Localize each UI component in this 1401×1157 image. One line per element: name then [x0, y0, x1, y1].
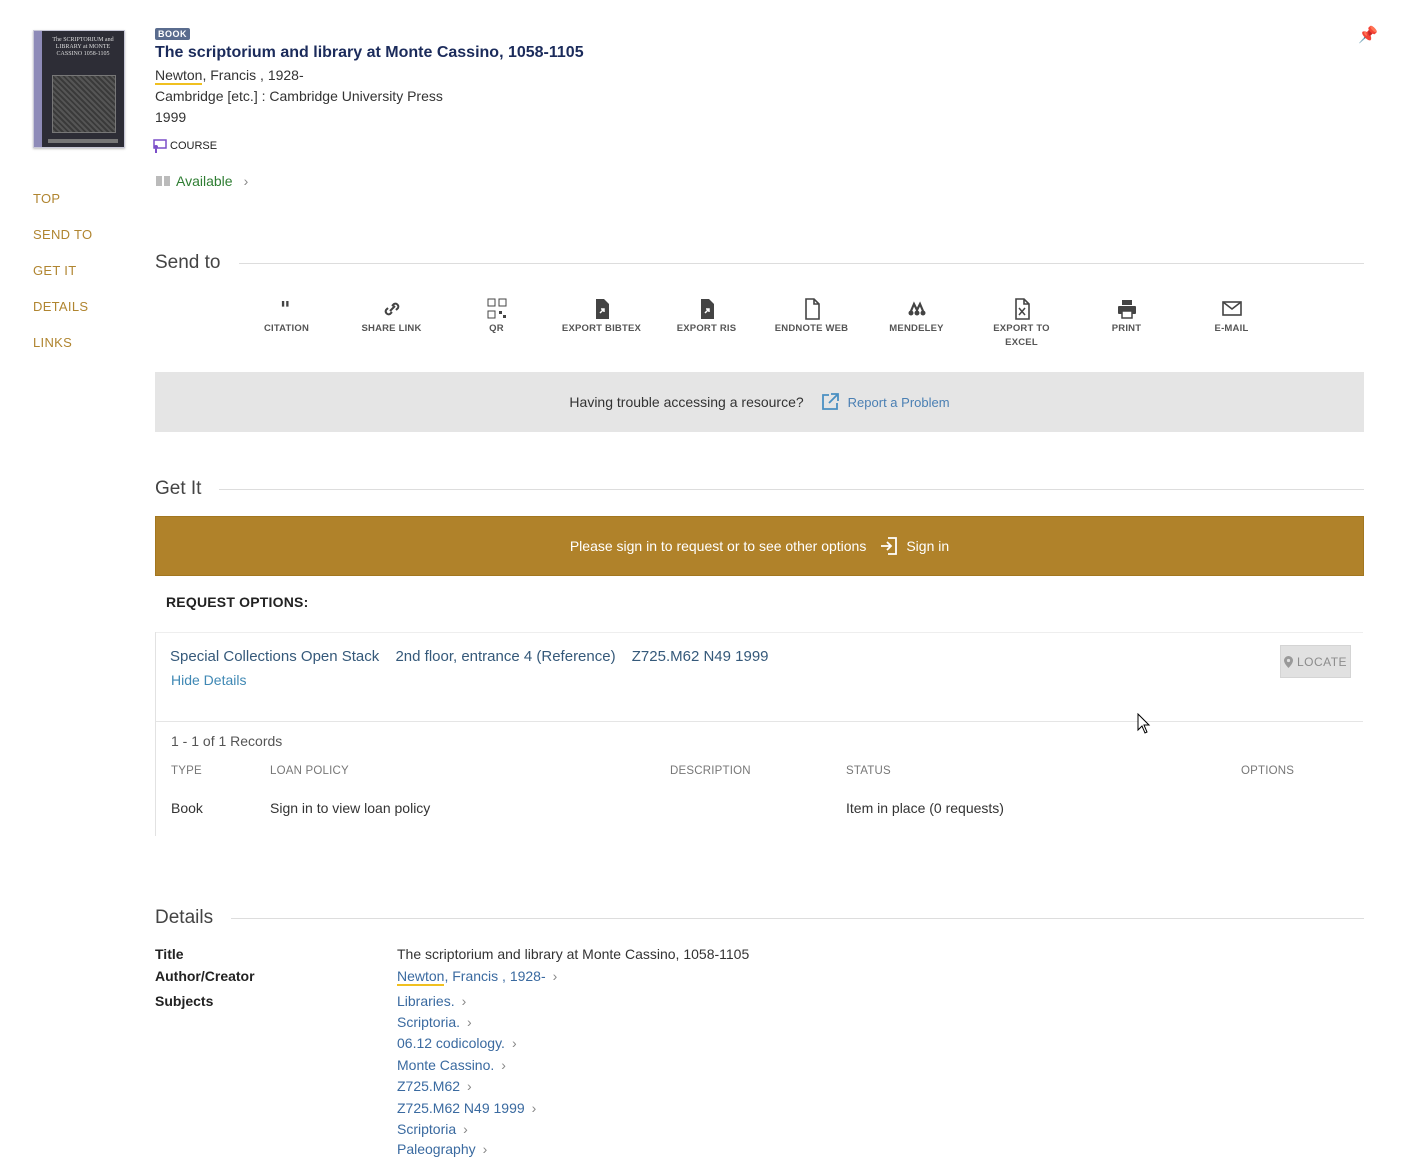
nav-get-it[interactable]: GET IT: [33, 263, 76, 278]
record-year: 1999: [155, 109, 187, 125]
book-open-icon: [156, 176, 170, 186]
export-bibtex-button[interactable]: EXPORT BIBTEX: [549, 298, 654, 336]
call-number: Z725.M62 N49 1999: [631, 648, 769, 665]
detail-label-title: Title: [155, 946, 184, 962]
mouse-cursor-icon: [1137, 713, 1151, 734]
svg-text:": ": [280, 298, 291, 320]
subject-link[interactable]: Z725.M62 N49 1999 ›: [397, 1100, 536, 1116]
column-header-description: DESCRIPTION: [670, 765, 751, 777]
external-link-icon: [821, 393, 839, 410]
subject-link[interactable]: Z725.M62 ›: [397, 1078, 472, 1094]
print-icon: [1074, 298, 1179, 320]
location-name: Special Collections Open Stack: [170, 648, 380, 665]
sign-in-icon: [881, 537, 898, 555]
chevron-right-icon: ›: [531, 1100, 537, 1116]
sublocation: 2nd floor, entrance 4 (Reference): [395, 648, 616, 665]
detail-label-subjects: Subjects: [155, 993, 214, 1009]
file-export-icon: [654, 298, 759, 320]
detail-title-value: The scriptorium and library at Monte Cas…: [397, 946, 750, 962]
print-button[interactable]: PRINT: [1074, 298, 1179, 336]
subject-link[interactable]: Monte Cassino. ›: [397, 1057, 506, 1073]
send-to-heading: Send to: [155, 252, 1364, 274]
details-heading: Details: [155, 907, 1364, 929]
subject-link[interactable]: Libraries. ›: [397, 993, 466, 1009]
availability-status[interactable]: Available ›: [155, 173, 248, 189]
records-count: 1 - 1 of 1 Records: [171, 733, 283, 749]
item-status: Item in place (0 requests): [846, 800, 1004, 816]
excel-icon: [969, 298, 1074, 320]
nav-send-to[interactable]: SEND TO: [33, 227, 92, 242]
chevron-right-icon: ›: [552, 968, 558, 984]
file-icon: [759, 298, 864, 320]
locate-button[interactable]: LOCATE: [1280, 645, 1351, 678]
file-export-icon: [549, 298, 654, 320]
record-title[interactable]: The scriptorium and library at Monte Cas…: [155, 44, 584, 62]
link-icon: [339, 298, 444, 320]
item-loan-policy: Sign in to view loan policy: [270, 800, 431, 816]
share-link-button[interactable]: SHARE LINK: [339, 298, 444, 336]
item-type: Book: [171, 800, 203, 816]
map-marker-icon: [1283, 655, 1293, 668]
subject-link[interactable]: Scriptoria. ›: [397, 1014, 472, 1030]
qr-button[interactable]: QR: [444, 298, 549, 336]
column-header-status: STATUS: [846, 765, 891, 777]
chevron-right-icon: ›: [461, 993, 467, 1009]
column-header-options: OPTIONS: [1241, 765, 1295, 777]
chevron-right-icon: ›: [463, 1121, 468, 1137]
chevron-right-icon: ›: [501, 1057, 506, 1073]
mendeley-icon: [864, 298, 969, 320]
report-problem-banner: Having trouble accessing a resource? Rep…: [155, 372, 1364, 432]
trouble-text: Having trouble accessing a resource?: [569, 394, 804, 410]
course-indicator: COURSE: [152, 138, 217, 154]
signin-banner: Please sign in to request or to see othe…: [155, 516, 1364, 576]
type-badge: BOOK: [155, 28, 190, 40]
sign-in-button[interactable]: Sign in: [880, 536, 949, 556]
hide-details-link[interactable]: Hide Details: [171, 672, 246, 688]
column-header-type: TYPE: [171, 765, 202, 777]
subject-link[interactable]: Scriptoria ›: [397, 1121, 468, 1137]
nav-details[interactable]: DETAILS: [33, 299, 88, 314]
export-ris-button[interactable]: EXPORT RIS: [654, 298, 759, 336]
detail-author-link[interactable]: Newton, Francis , 1928- ›: [397, 968, 558, 986]
book-cover[interactable]: The SCRIPTORIUM and LIBRARY at MONTE CAS…: [33, 30, 125, 148]
chevron-right-icon: ›: [467, 1078, 472, 1094]
record-author: Newton, Francis , 1928-: [155, 67, 304, 85]
subject-link[interactable]: 06.12 codicology. ›: [397, 1035, 517, 1051]
column-header-loan-policy: LOAN POLICY: [270, 765, 349, 777]
quote-icon: ": [234, 297, 339, 321]
mail-icon: [1179, 298, 1284, 320]
nav-top[interactable]: TOP: [33, 191, 60, 206]
detail-label-author: Author/Creator: [155, 968, 255, 984]
get-it-heading: Get It: [155, 478, 1364, 500]
cover-title: The SCRIPTORIUM and LIBRARY at MONTE CAS…: [52, 37, 114, 57]
nav-links[interactable]: LINKS: [33, 335, 72, 350]
record-publisher: Cambridge [etc.] : Cambridge University …: [155, 88, 443, 104]
pin-icon[interactable]: 📌: [1358, 25, 1378, 45]
export-excel-button[interactable]: EXPORT TO EXCEL: [969, 298, 1074, 350]
mendeley-button[interactable]: MENDELEY: [864, 298, 969, 336]
endnote-web-button[interactable]: ENDNOTE WEB: [759, 298, 864, 336]
request-options-label: REQUEST OPTIONS:: [166, 594, 309, 610]
chevron-right-icon: ›: [467, 1014, 472, 1030]
report-problem-link[interactable]: Report a Problem: [820, 392, 950, 412]
signin-prompt: Please sign in to request or to see othe…: [569, 538, 867, 554]
chevron-right-icon: ›: [511, 1035, 517, 1051]
citation-button[interactable]: " CITATION: [234, 297, 339, 336]
holding-location[interactable]: Special Collections Open Stack 2nd floor…: [170, 648, 781, 665]
chevron-right-icon: ›: [243, 173, 249, 189]
course-icon: [153, 139, 167, 153]
qr-icon: [444, 298, 549, 320]
email-button[interactable]: E-MAIL: [1179, 298, 1284, 336]
